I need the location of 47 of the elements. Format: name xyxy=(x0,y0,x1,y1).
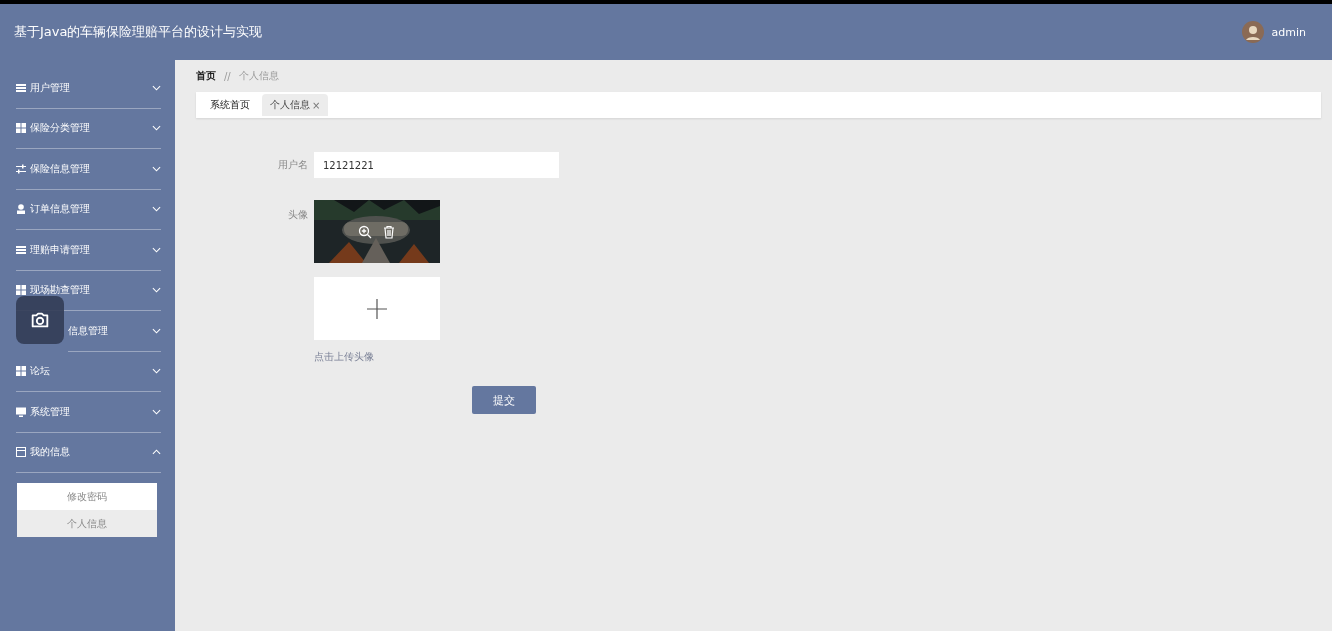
avatar-icon[interactable] xyxy=(1241,21,1264,43)
list-icon xyxy=(16,244,26,255)
menu-item[interactable]: 用户管理 xyxy=(16,68,161,109)
grid-icon xyxy=(16,366,26,377)
avatar-label: 头像 xyxy=(287,208,308,222)
menu-item[interactable]: 系统管理 xyxy=(16,392,161,433)
menu-item[interactable]: 订单信息管理 xyxy=(16,189,161,230)
chevron-icon xyxy=(152,449,161,456)
app-title: 基于Java的车辆保险理赔平台的设计与实现 xyxy=(14,23,263,41)
sliders-icon xyxy=(16,163,26,174)
breadcrumb-item[interactable]: 首页 xyxy=(196,69,216,83)
username-label: 用户名 xyxy=(277,158,308,172)
chevron-icon xyxy=(152,287,161,294)
chevron-icon xyxy=(152,125,161,132)
upload-hint: 点击上传头像 xyxy=(314,350,375,364)
menu-item[interactable]: 理赔申请管理 xyxy=(16,230,161,271)
chevron-icon xyxy=(152,327,161,334)
camera-button[interactable] xyxy=(16,296,64,344)
chevron-icon xyxy=(152,246,161,253)
chevron-icon xyxy=(152,206,161,213)
submit-button[interactable]: 提交 xyxy=(472,386,536,414)
card-icon xyxy=(16,447,26,458)
submenu-item[interactable]: 个人信息 xyxy=(17,510,157,537)
monitor-icon xyxy=(16,406,26,417)
chevron-icon xyxy=(152,408,161,415)
chevron-icon xyxy=(152,84,161,91)
breadcrumb-item: // xyxy=(224,70,231,82)
breadcrumb-item: 个人信息 xyxy=(238,69,279,83)
tab[interactable]: 个人信息 × xyxy=(262,94,329,116)
menu-item[interactable]: 我的信息 xyxy=(16,432,161,473)
delete-icon[interactable] xyxy=(382,224,396,239)
close-icon[interactable]: × xyxy=(312,99,321,111)
chevron-icon xyxy=(152,368,161,375)
menu-item[interactable]: 保险信息管理 xyxy=(16,149,161,190)
menu-item[interactable]: 保险分类管理 xyxy=(16,108,161,149)
username-field[interactable]: 12121221 xyxy=(314,152,559,178)
grid-icon xyxy=(16,123,26,134)
zoom-in-icon[interactable] xyxy=(358,224,372,239)
plus-icon xyxy=(367,298,387,319)
menu-item[interactable]: 论坛 xyxy=(16,351,161,392)
grid-icon xyxy=(16,285,26,296)
list-icon xyxy=(16,82,26,93)
person-icon xyxy=(16,204,26,215)
chevron-icon xyxy=(152,165,161,172)
user-name[interactable]: admin xyxy=(1271,25,1306,39)
menu-item[interactable]: 信息管理 xyxy=(68,311,161,352)
tab[interactable]: 系统首页 xyxy=(202,94,258,116)
